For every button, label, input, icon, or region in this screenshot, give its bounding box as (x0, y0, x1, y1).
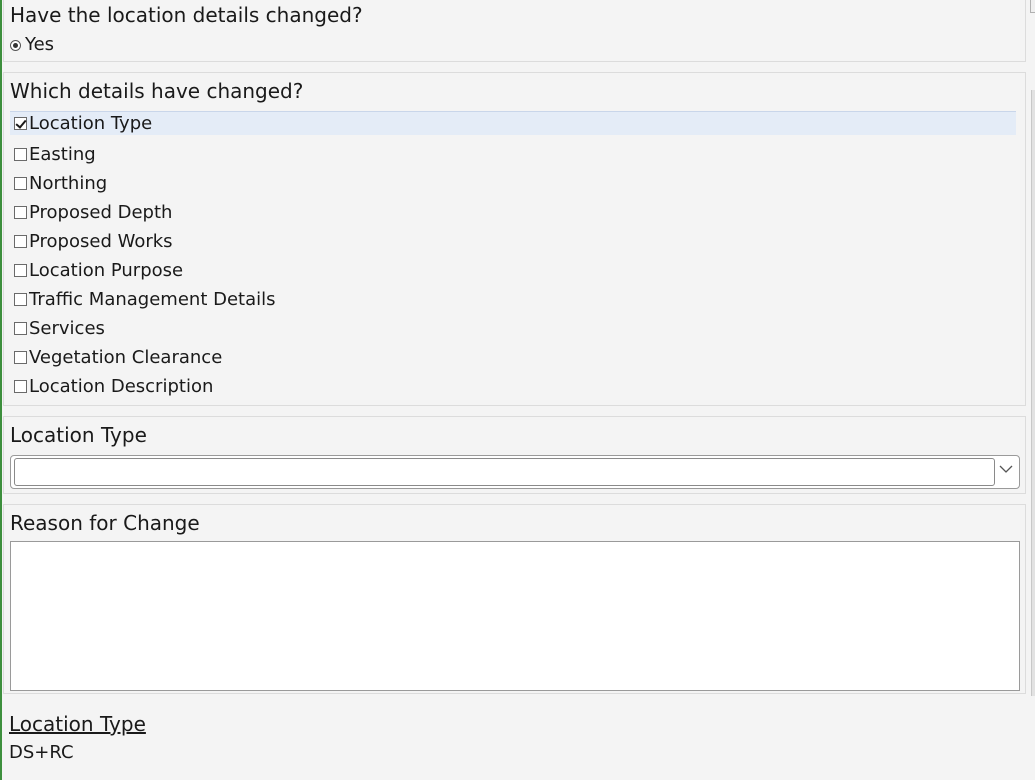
checkbox-label: Services (29, 318, 105, 339)
checkbox-unchecked-icon[interactable] (14, 380, 27, 393)
checkbox-option-proposed-works[interactable]: Proposed Works (10, 227, 1016, 256)
checkbox-unchecked-icon[interactable] (14, 264, 27, 277)
summary-location-type-label: Location Type (9, 712, 146, 736)
checkbox-unchecked-icon[interactable] (14, 206, 27, 219)
radio-selected-icon[interactable] (10, 39, 21, 51)
checkbox-label: Proposed Works (29, 231, 173, 252)
reason-for-change-label: Reason for Change (10, 511, 200, 535)
checkbox-label: Traffic Management Details (29, 289, 276, 310)
checkbox-option-easting[interactable]: Easting (10, 140, 1016, 169)
checkbox-label: Proposed Depth (29, 202, 173, 223)
checkbox-label: Location Purpose (29, 260, 184, 281)
summary-location-type-value: DS+RC (9, 742, 74, 763)
checkbox-option-traffic-management-details[interactable]: Traffic Management Details (10, 285, 1016, 314)
location-changed-panel: Have the location details changed? Yes (3, 0, 1026, 62)
left-accent-bar (0, 0, 2, 780)
yes-radio-label: Yes (25, 34, 55, 55)
reason-for-change-panel: Reason for Change (3, 504, 1026, 694)
checkbox-unchecked-icon[interactable] (14, 148, 27, 161)
checkbox-option-location-description[interactable]: Location Description (10, 372, 1016, 401)
chevron-down-icon[interactable] (998, 461, 1014, 477)
checkbox-label: Location Type (29, 113, 153, 134)
changed-details-checkbox-list: Location Type Easting Northing Proposed Dep… (10, 111, 1016, 401)
reason-for-change-input[interactable] (10, 541, 1020, 691)
checkbox-option-services[interactable]: Services (10, 314, 1016, 343)
changed-details-question: Which details have changed? (10, 79, 304, 103)
checkbox-unchecked-icon[interactable] (14, 351, 27, 364)
changed-details-panel: Which details have changed? Location Typ… (3, 72, 1026, 406)
checkbox-option-location-purpose[interactable]: Location Purpose (10, 256, 1016, 285)
checkbox-option-vegetation-clearance[interactable]: Vegetation Clearance (10, 343, 1016, 372)
yes-radio-option[interactable]: Yes (10, 34, 54, 56)
checkbox-unchecked-icon[interactable] (14, 235, 27, 248)
checkbox-option-proposed-depth[interactable]: Proposed Depth (10, 198, 1016, 227)
location-type-value[interactable] (14, 458, 995, 486)
location-type-panel: Location Type (3, 416, 1026, 494)
scrollbar-corner (1030, 0, 1035, 13)
checkbox-option-location-type[interactable]: Location Type (10, 111, 1016, 135)
location-type-dropdown[interactable] (10, 455, 1020, 489)
vertical-scrollbar[interactable] (1031, 90, 1035, 696)
checkbox-label: Northing (29, 173, 108, 194)
checkbox-unchecked-icon[interactable] (14, 322, 27, 335)
checkbox-label: Location Description (29, 376, 214, 397)
checkbox-label: Vegetation Clearance (29, 347, 223, 368)
checkbox-unchecked-icon[interactable] (14, 293, 27, 306)
checkbox-checked-icon[interactable] (14, 117, 27, 130)
checkbox-label: Easting (29, 144, 96, 165)
location-changed-question: Have the location details changed? (10, 3, 363, 27)
location-type-label: Location Type (10, 423, 147, 447)
checkbox-unchecked-icon[interactable] (14, 177, 27, 190)
checkbox-option-northing[interactable]: Northing (10, 169, 1016, 198)
